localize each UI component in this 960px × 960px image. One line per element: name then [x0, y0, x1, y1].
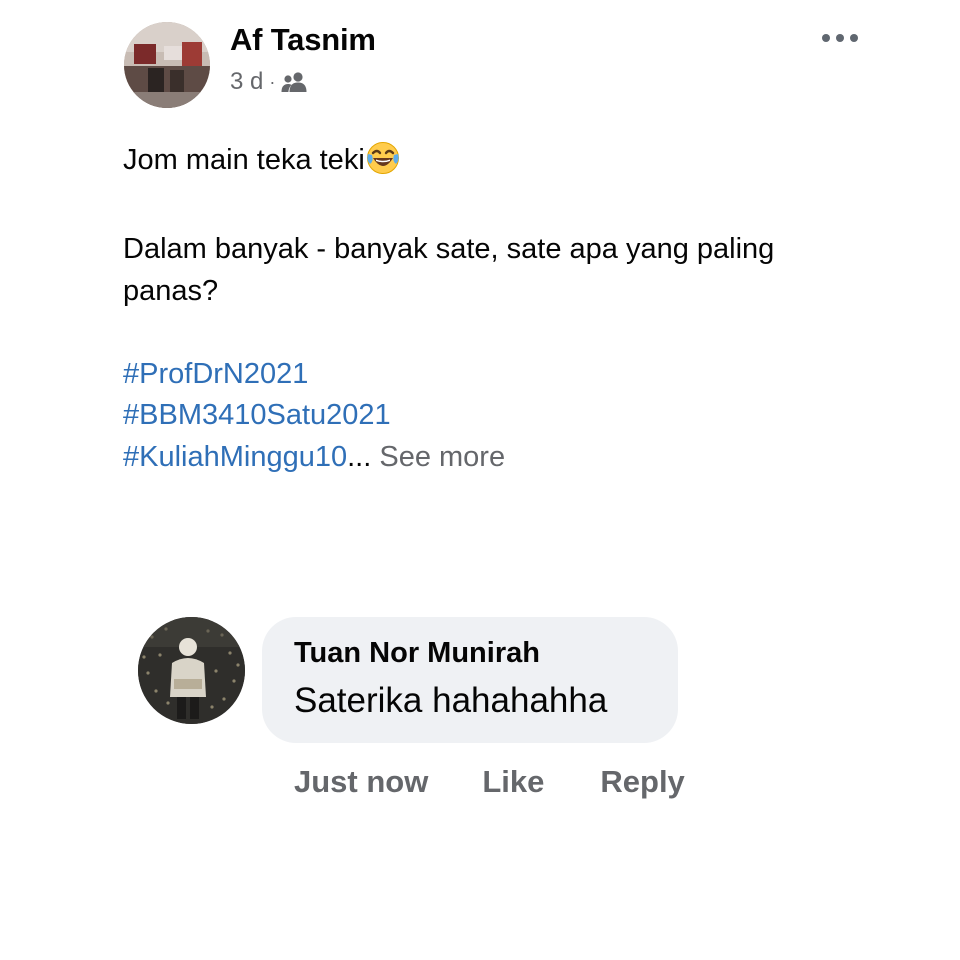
commenter-name[interactable]: Tuan Nor Munirah — [294, 637, 540, 670]
post-text-line: Jom main teka teki — [123, 144, 365, 176]
more-options-button[interactable] — [818, 26, 862, 52]
commenter-avatar[interactable] — [138, 617, 245, 724]
post-meta: 3 d · — [230, 66, 309, 98]
post-text: Jom main teka teki Dalam banyak - banyak… — [123, 140, 883, 478]
facebook-post-screen: Af Tasnim 3 d · Jom main teka teki Dalam… — [0, 0, 960, 960]
hashtag-line-3: #KuliahMinggu10... See more — [123, 437, 883, 479]
hashtag-link[interactable]: #BBM3410Satu2021 — [123, 399, 391, 431]
hashtag-line-2: #BBM3410Satu2021 — [123, 395, 883, 437]
post-line-1: Jom main teka teki — [123, 140, 883, 188]
face-with-tears-of-joy-icon — [366, 141, 400, 188]
post-line-2: Dalam banyak - banyak sate, sate apa yan… — [123, 233, 775, 265]
comment-actions: Just now Like Reply — [294, 760, 685, 804]
hashtag-link[interactable]: #ProfDrN2021 — [123, 358, 308, 390]
comment-timestamp: Just now — [294, 764, 429, 799]
post-line-3: panas? — [123, 274, 219, 307]
friends-icon — [281, 71, 309, 93]
more-horizontal-icon — [820, 30, 860, 48]
truncation-ellipsis: ... — [347, 440, 372, 473]
paragraph-break — [123, 312, 883, 354]
comment-bubble: Tuan Nor Munirah Saterika hahahahha — [262, 617, 678, 743]
paragraph-break — [123, 188, 883, 230]
hashtag-link[interactable]: #KuliahMinggu10 — [123, 441, 347, 473]
like-button[interactable]: Like — [482, 764, 544, 800]
see-more-link[interactable]: See more — [379, 441, 505, 473]
hashtag-line-1: #ProfDrN2021 — [123, 354, 883, 396]
reply-button[interactable]: Reply — [600, 764, 684, 800]
meta-separator: · — [269, 71, 276, 92]
post-timestamp[interactable]: 3 d — [230, 68, 263, 96]
comment-text: Saterika hahahahha — [294, 681, 608, 720]
post-author-name[interactable]: Af Tasnim — [230, 22, 376, 58]
post-author-avatar[interactable] — [124, 22, 210, 108]
